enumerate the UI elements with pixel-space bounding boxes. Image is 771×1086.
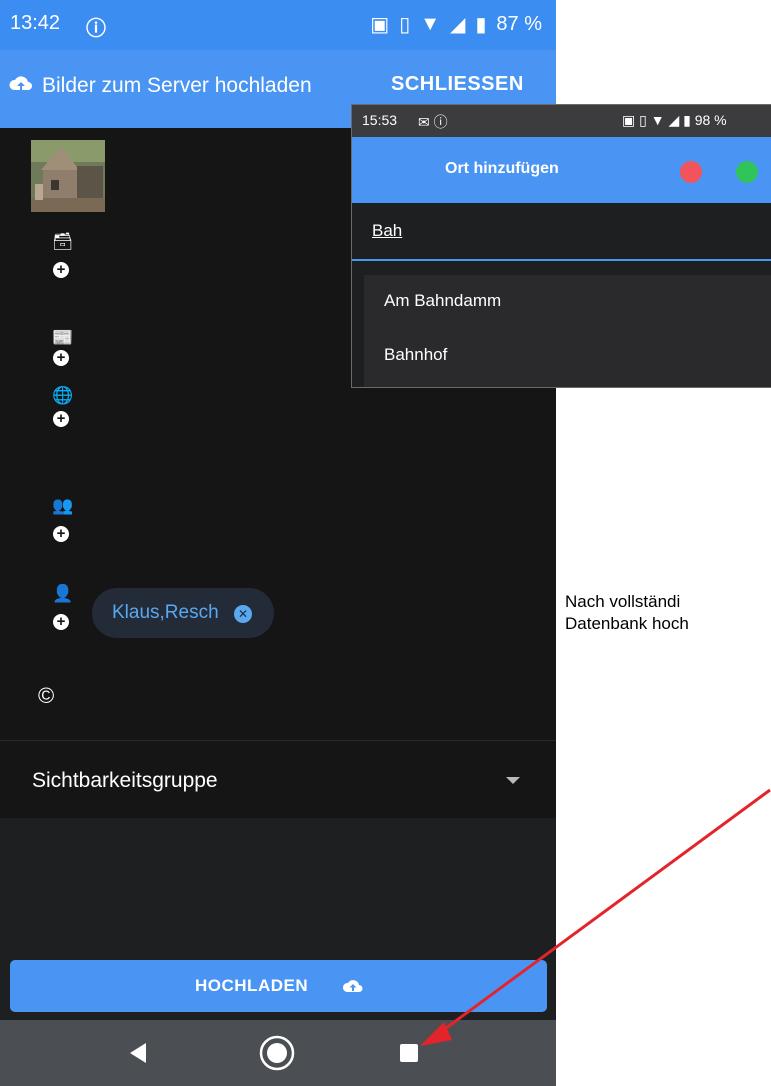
- annotation-arrow: [420, 788, 771, 1046]
